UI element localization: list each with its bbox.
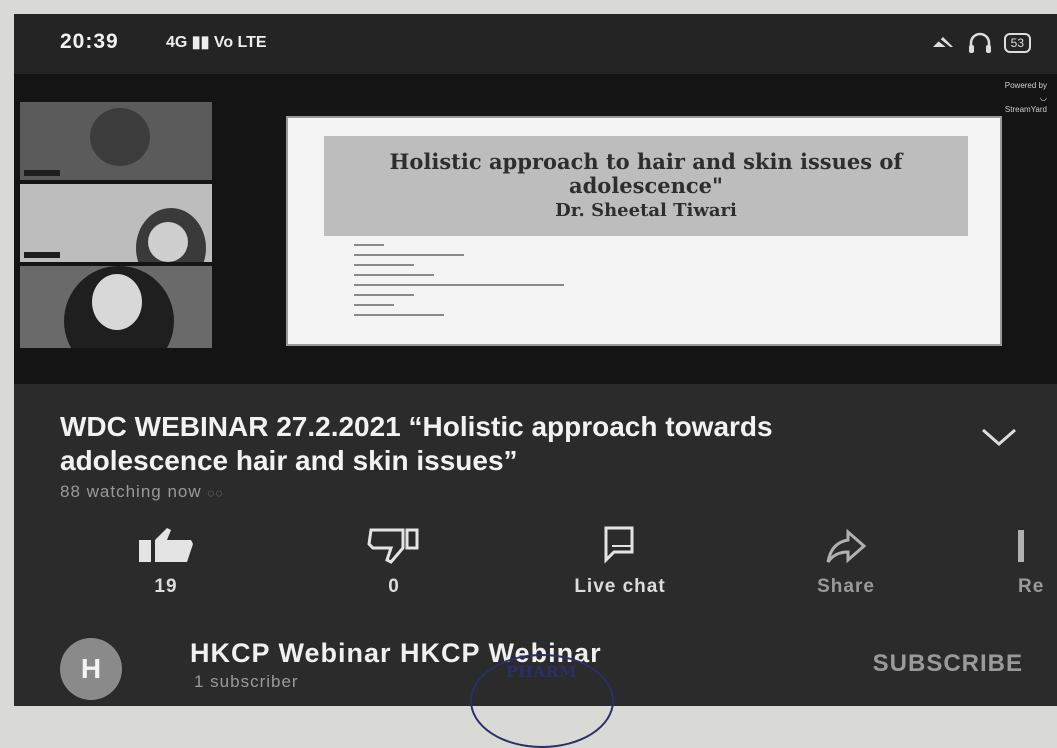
flag-icon [1018,530,1024,562]
report-button[interactable]: Re [980,524,1057,598]
live-chat-label: Live chat [574,576,666,597]
action-row: 19 0 Live chat Share Re [14,524,1057,614]
slide-bullets [354,244,564,324]
share-label: Share [817,576,875,597]
powered-by-watermark: Powered by ◡ StreamYard [1004,81,1047,114]
thumbs-up-icon [139,528,193,562]
live-chat-button[interactable]: Live chat [550,524,690,598]
live-indicator-icon: ◌◌ [207,486,224,500]
status-icons: 53 [930,32,1031,54]
viewer-count: 88 watching now ◌◌ [60,482,224,502]
video-player[interactable]: Powered by ◡ StreamYard Holistic approach … [14,74,1057,384]
status-bar: 20:39 4G ▮▮ Vo LTE 53 [14,14,1057,74]
headphones-icon [968,32,991,53]
like-count: 19 [154,576,178,597]
dislike-count: 0 [388,576,400,597]
report-label: Re [1018,576,1045,597]
slide-header: Holistic approach to hair and skin issue… [324,136,968,236]
mute-icon [931,33,954,53]
share-icon [826,528,866,564]
share-button[interactable]: Share [776,524,916,598]
slide-title: Holistic approach to hair and skin issue… [389,149,903,198]
video-title[interactable]: WDC WEBINAR 27.2.2021 “Holistic approach… [60,410,940,478]
subscriber-count: 1 subscriber [194,672,299,691]
chat-icon [604,526,634,564]
youtube-live-screen: 20:39 4G ▮▮ Vo LTE 53 Powered by ◡ Strea… [14,14,1057,706]
status-time: 20:39 [60,30,119,53]
participant-tile-2 [20,184,212,262]
slide-presenter: Dr. Sheetal Tiwari [555,200,737,221]
battery-indicator: 53 [1003,33,1031,53]
participant-tile-3 [20,266,212,348]
participant-tile-1 [20,102,212,180]
ink-stamp: PHARM [470,654,614,748]
signal-indicator: 4G ▮▮ Vo LTE [166,34,267,51]
stamp-text: PHARM [506,662,577,681]
thumbs-down-icon [367,528,419,564]
chevron-down-icon[interactable] [979,426,1019,450]
watching-text: 88 watching now [60,482,202,501]
presentation-slide: Holistic approach to hair and skin issue… [286,116,1002,346]
dislike-button[interactable]: 0 [324,524,464,598]
like-button[interactable]: 19 [96,524,236,598]
channel-avatar[interactable]: H [60,638,122,700]
subscribe-button[interactable]: SUBSCRIBE [873,650,1023,678]
